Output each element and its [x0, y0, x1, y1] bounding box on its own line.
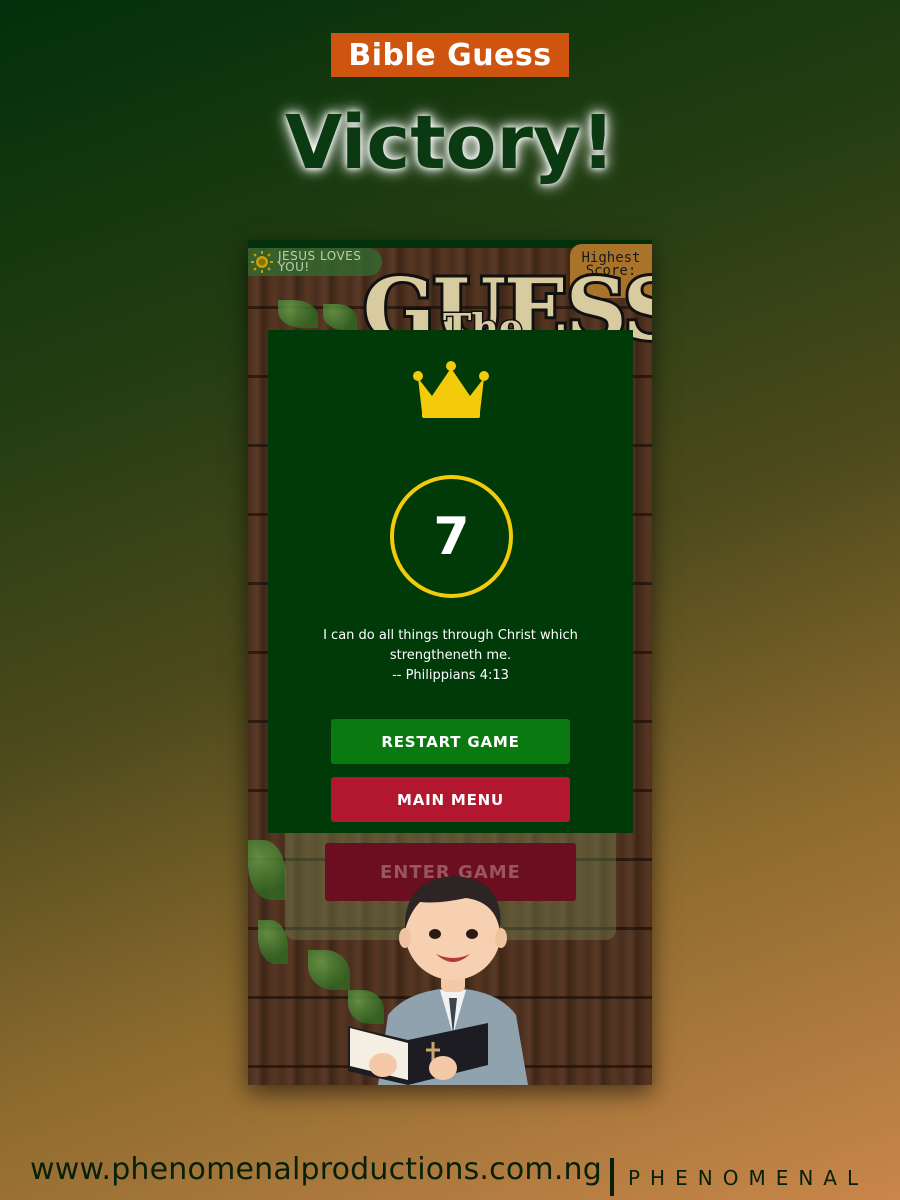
- bible-verse: I can do all things through Christ which…: [288, 626, 613, 686]
- final-score-value: 7: [433, 506, 470, 567]
- footer-website-url: www.phenomenalproductions.com.ng: [30, 1152, 603, 1187]
- leaf-decoration: [308, 950, 350, 990]
- leaf-decoration: [323, 304, 357, 330]
- leaf-decoration: [258, 920, 288, 964]
- restart-game-button[interactable]: RESTART GAME: [331, 719, 570, 764]
- verse-line: I can do all things through Christ which: [323, 628, 578, 643]
- victory-modal: 7 I can do all things through Christ whi…: [268, 330, 633, 833]
- verse-line: strengtheneth me.: [389, 648, 512, 663]
- footer-divider: [610, 1158, 614, 1196]
- verse-reference: -- Philippians 4:13: [392, 668, 509, 683]
- jesus-loves-you-badge: JESUS LOVES YOU!: [248, 248, 382, 276]
- victory-headline: Victory!: [285, 100, 615, 186]
- crown-icon: [413, 361, 489, 418]
- leaf-decoration: [278, 300, 318, 328]
- child-with-bible-illustration: [348, 876, 528, 1085]
- app-tag: Bible Guess: [331, 33, 569, 77]
- footer-brand-name: PHENOMENAL: [628, 1166, 869, 1190]
- final-score-circle: 7: [390, 475, 513, 598]
- sun-icon: [251, 251, 273, 273]
- leaf-decoration: [248, 840, 286, 900]
- main-menu-button[interactable]: MAIN MENU: [331, 777, 570, 822]
